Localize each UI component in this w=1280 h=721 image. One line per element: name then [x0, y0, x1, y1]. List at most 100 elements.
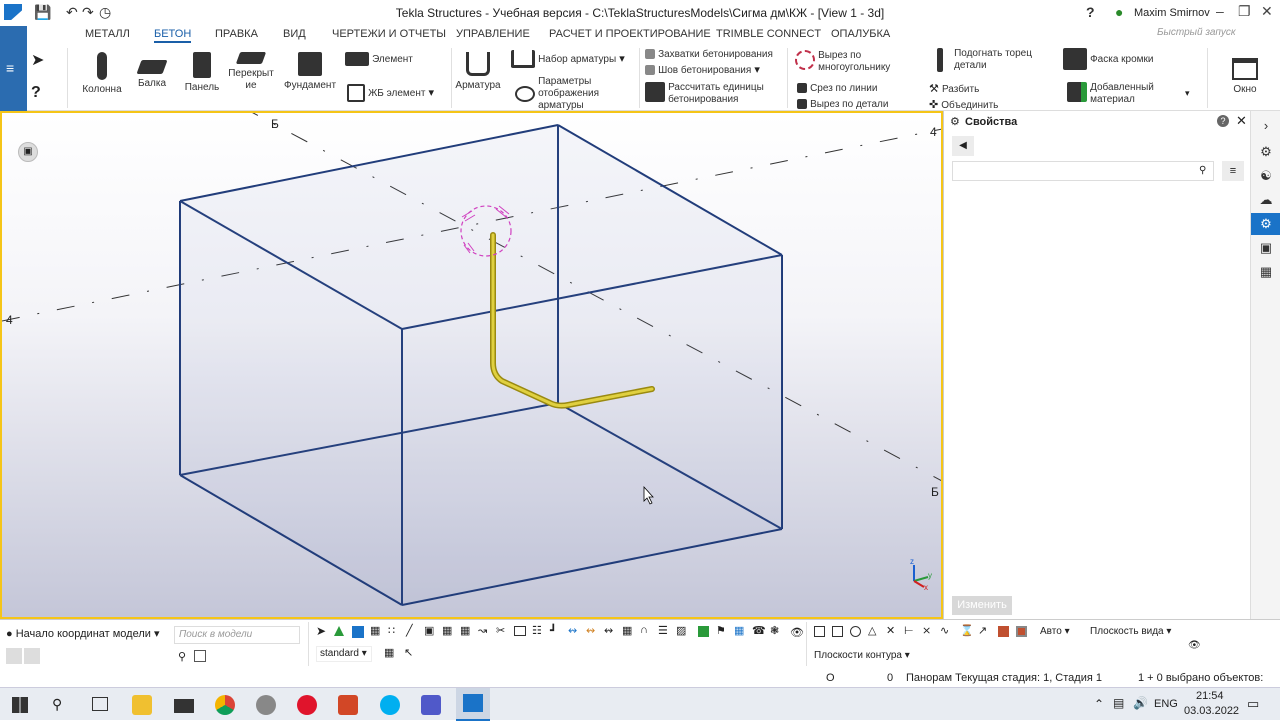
filter-settings-icon[interactable]: ▦ [384, 646, 394, 659]
tab-edit[interactable]: ПРАВКА [215, 28, 258, 40]
cloud-icon[interactable]: ☁ [1255, 189, 1277, 211]
app-icon[interactable] [256, 695, 276, 715]
windows-start-icon[interactable] [12, 697, 28, 713]
beam-button[interactable]: Балка [131, 52, 173, 90]
snap-color-icon[interactable] [998, 626, 1009, 637]
back-button[interactable]: ◀ [952, 136, 974, 156]
origin-dropdown[interactable]: ● Начало координат модели ▾ [6, 627, 166, 640]
tekla-taskbar-icon[interactable] [456, 688, 490, 721]
help-pointer-icon[interactable]: ? [31, 84, 41, 102]
select-assembly-icon[interactable] [698, 626, 709, 637]
snap-x-icon[interactable]: ⨯ [922, 624, 931, 637]
combine-button[interactable]: ✜ Объединить [929, 98, 1029, 112]
volume-icon[interactable]: 🔊 [1133, 696, 1148, 710]
select-flag-icon[interactable]: ⚑ [716, 624, 726, 637]
foundation-button[interactable]: Фундамент [281, 52, 339, 92]
select-rebar-group-icon[interactable]: ↭ [586, 624, 595, 637]
column-button[interactable]: Колонна [79, 52, 125, 96]
tab-view[interactable]: ВИД [283, 28, 306, 40]
tab-concrete[interactable]: БЕТОН [154, 28, 192, 43]
element-button[interactable]: Элемент [345, 52, 445, 66]
slab-button[interactable]: Перекрыт ие [227, 52, 275, 92]
filter-dropdown[interactable]: standard ▾ [316, 646, 372, 662]
select-bolt-icon[interactable]: ☷ [532, 624, 542, 637]
select-welds-icon[interactable]: ▦ [460, 624, 470, 637]
tab-formwork[interactable]: ОПАЛУБКА [831, 28, 890, 40]
select-strands-icon[interactable]: ↭ [604, 624, 613, 637]
select-connection-icon[interactable]: ▦ [734, 624, 744, 637]
added-material-dropdown-icon[interactable]: ▾ [1185, 88, 1190, 99]
properties-help-icon[interactable]: ? [1217, 115, 1229, 127]
contour-planes-dropdown[interactable]: Плоскости контура ▾ [814, 650, 924, 661]
properties-gear-icon[interactable]: ⚙ [1251, 213, 1280, 235]
opera-icon[interactable] [297, 695, 317, 715]
tab-drawings[interactable]: ЧЕРТЕЖИ И ОТЧЕТЫ [332, 28, 446, 40]
pour-breaks-button[interactable]: Захватки бетонирования [645, 48, 775, 61]
polygon-cut-button[interactable]: Вырез по многоугольнику [795, 50, 935, 74]
doc-icon[interactable] [24, 648, 40, 664]
select-layers-icon[interactable]: ☰ [658, 624, 668, 637]
help-icon[interactable]: ? [1086, 4, 1095, 20]
select-parts-icon[interactable] [334, 626, 344, 636]
properties-search-input[interactable] [952, 161, 1214, 181]
teams-icon[interactable] [421, 695, 441, 715]
model-canvas[interactable] [2, 113, 941, 617]
split-button[interactable]: ⚒ Разбить [929, 82, 1029, 96]
chrome-icon[interactable] [215, 695, 235, 715]
line-cut-button[interactable]: Срез по линии [797, 82, 917, 95]
window-button[interactable]: Окно [1223, 58, 1267, 96]
language-indicator[interactable]: ENG [1154, 698, 1178, 710]
select-arrow-icon[interactable]: ➤ [31, 50, 44, 70]
search-taskbar-icon[interactable]: ⚲ [52, 696, 62, 713]
snap-geom-icon[interactable] [832, 626, 843, 637]
snap-perp-icon[interactable]: ⊢ [904, 624, 914, 637]
select-arrow-small-icon[interactable]: ➤ [316, 624, 326, 638]
select-pour-icon[interactable]: ∩ [640, 624, 648, 636]
search-small-icon[interactable]: ⚲ [178, 650, 186, 663]
select-surface-treat-icon[interactable]: ▦ [622, 624, 632, 637]
view-plane-dropdown[interactable]: Плоскость вида ▾ [1090, 626, 1180, 637]
maximize-button[interactable]: ❐ [1238, 3, 1251, 20]
view-cube-icon[interactable]: ▣ [18, 142, 38, 162]
rc-element-button[interactable]: ЖБ элемент ▾ [347, 84, 447, 102]
user-icon[interactable]: ● [1115, 4, 1123, 20]
quick-launch-input[interactable]: Быстрый запуск [1157, 27, 1277, 43]
calc-pour-units-button[interactable]: Рассчитать единицы бетонирования [645, 82, 795, 106]
chamfer-button[interactable]: Фаска кромки [1063, 48, 1193, 70]
close-button[interactable]: ✕ [1261, 3, 1273, 20]
select-reference-icon[interactable]: ┛ [550, 624, 557, 637]
select-component-icon[interactable]: ☎ [752, 624, 766, 637]
clock-date[interactable]: 03.03.2022 [1184, 705, 1239, 717]
fit-end-button[interactable]: Подогнать торец детали [937, 48, 1057, 72]
cube-icon[interactable]: ▣ [1255, 237, 1277, 259]
hamburger-menu-icon[interactable]: ≡ [6, 60, 14, 76]
snap-circle-icon[interactable] [850, 626, 861, 637]
select-scissors-icon[interactable]: ✂ [496, 624, 505, 637]
tab-metal[interactable]: МЕТАЛЛ [85, 28, 130, 40]
properties-close-icon[interactable]: ✕ [1236, 113, 1247, 129]
panel-button[interactable]: Панель [179, 52, 225, 94]
apps-icon[interactable]: ▦ [1255, 261, 1277, 283]
added-material-button[interactable]: Добавленный материал [1067, 82, 1197, 106]
eye-icon[interactable]: 👁 [1188, 640, 1201, 651]
select-mesh-icon[interactable]: ▦ [442, 624, 452, 637]
snap-arrow-icon[interactable]: ↗ [978, 624, 987, 637]
snap-ref-icon[interactable] [814, 626, 825, 637]
auto-dropdown[interactable]: Авто ▾ [1040, 626, 1080, 637]
network-icon[interactable]: ▤ [1113, 696, 1124, 710]
select-grid-icon[interactable]: ▦ [370, 624, 380, 637]
rebar-display-button[interactable]: Параметры отображения арматуры [515, 76, 641, 112]
mail-icon[interactable] [174, 699, 194, 713]
select-component-detail-icon[interactable]: ❃ [770, 624, 779, 637]
file-explorer-icon[interactable] [132, 695, 152, 715]
clock-time[interactable]: 21:54 [1196, 690, 1224, 702]
plus-icon[interactable] [6, 648, 22, 664]
rebar-button[interactable]: Арматура [455, 52, 501, 92]
snap-color2-icon[interactable] [1016, 626, 1027, 637]
select-line-icon[interactable]: ╱ [406, 624, 413, 637]
minimize-button[interactable]: – [1216, 3, 1224, 19]
tray-chevron-icon[interactable]: ⌃ [1094, 697, 1104, 711]
filter-pointer-icon[interactable]: ↖ [404, 646, 413, 659]
powerpoint-icon[interactable] [338, 695, 358, 715]
select-plane-icon[interactable]: ▨ [676, 624, 686, 637]
